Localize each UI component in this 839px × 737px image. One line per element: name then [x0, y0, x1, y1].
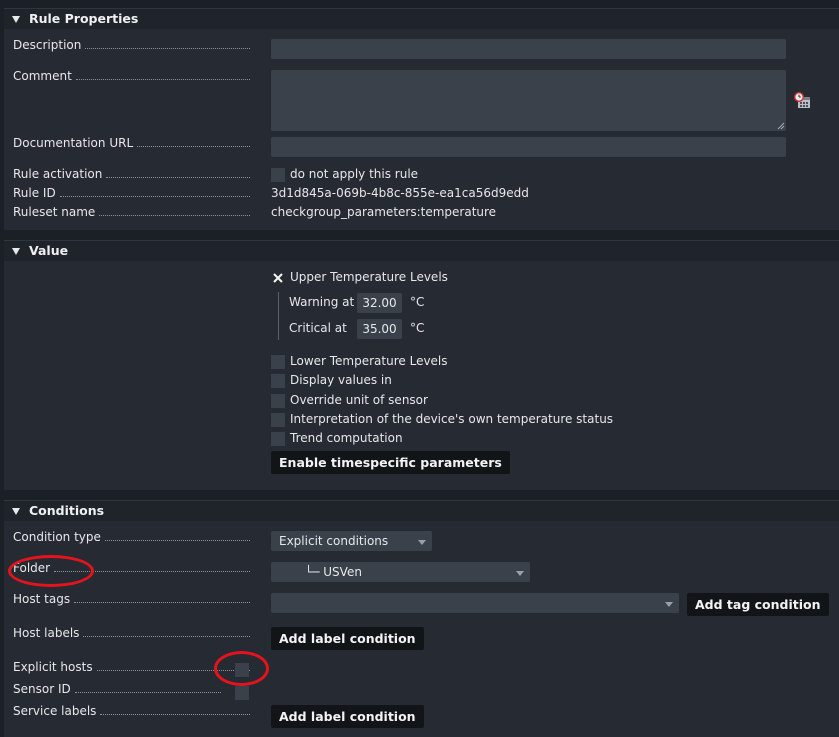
- critical-unit: °C: [410, 321, 425, 335]
- display-values-checkbox[interactable]: [271, 374, 285, 388]
- trend-computation-checkbox[interactable]: [271, 432, 285, 446]
- rule-properties-header[interactable]: Rule Properties: [4, 8, 839, 29]
- description-input[interactable]: [271, 39, 786, 59]
- condition-type-select[interactable]: Explicit conditions: [271, 531, 432, 551]
- critical-label: Critical at: [289, 321, 347, 335]
- rule-properties-title: Rule Properties: [29, 11, 139, 26]
- do-not-apply-checkbox[interactable]: [271, 168, 285, 182]
- warning-input[interactable]: 32.00: [357, 293, 402, 313]
- sensor-id-label: Sensor ID: [13, 682, 221, 696]
- calendar-clock-icon[interactable]: [794, 92, 811, 109]
- resize-handle-icon[interactable]: [777, 122, 785, 130]
- folder-select[interactable]: └─ USVen: [271, 562, 530, 582]
- collapse-triangle-icon: [12, 247, 20, 255]
- override-unit-checkbox[interactable]: [271, 394, 285, 408]
- device-status-checkbox[interactable]: [271, 413, 285, 427]
- do-not-apply-label[interactable]: do not apply this rule: [290, 167, 418, 181]
- annotation-circle-folder: [8, 555, 94, 587]
- rule-id-value: 3d1d845a-069b-4b8c-855e-ea1ca56d9edd: [271, 186, 529, 200]
- comment-label: Comment: [13, 69, 250, 83]
- annotation-circle-explicit-hosts: [214, 651, 269, 686]
- warning-label: Warning at: [289, 295, 355, 309]
- add-tag-condition-button[interactable]: Add tag condition: [687, 593, 829, 616]
- lower-levels-label[interactable]: Lower Temperature Levels: [290, 354, 448, 368]
- chevron-down-icon: [418, 540, 426, 545]
- doc-url-label: Documentation URL: [13, 136, 250, 150]
- add-host-label-condition-button[interactable]: Add label condition: [271, 627, 424, 650]
- conditions-title: Conditions: [29, 503, 105, 518]
- host-tags-label: Host tags: [13, 592, 250, 606]
- value-header[interactable]: Value: [4, 240, 839, 261]
- ruleset-name-value: checkgroup_parameters:temperature: [271, 205, 497, 219]
- value-title: Value: [29, 243, 69, 258]
- display-values-label[interactable]: Display values in: [290, 373, 392, 387]
- chevron-down-icon: [516, 571, 524, 576]
- rule-id-label: Rule ID: [13, 186, 250, 200]
- condition-type-label: Condition type: [13, 530, 250, 544]
- critical-input[interactable]: 35.00: [357, 319, 402, 339]
- ruleset-name-label: Ruleset name: [13, 205, 250, 219]
- upper-levels-indent-line: [278, 292, 279, 340]
- description-label: Description: [13, 38, 250, 52]
- device-status-label[interactable]: Interpretation of the device's own tempe…: [290, 412, 613, 426]
- chevron-down-icon: [665, 602, 673, 607]
- trend-computation-label[interactable]: Trend computation: [290, 431, 403, 445]
- sensor-id-checkbox[interactable]: [235, 686, 249, 700]
- service-labels-label: Service labels: [13, 704, 250, 718]
- checkmark-x-icon: [273, 273, 283, 283]
- collapse-triangle-icon: [12, 15, 20, 23]
- override-unit-label[interactable]: Override unit of sensor: [290, 393, 428, 407]
- warning-unit: °C: [410, 295, 425, 309]
- rule-activation-label: Rule activation: [13, 167, 250, 181]
- lower-levels-checkbox[interactable]: [271, 355, 285, 369]
- host-labels-label: Host labels: [13, 626, 250, 640]
- enable-timespecific-button[interactable]: Enable timespecific parameters: [271, 451, 510, 474]
- comment-textarea[interactable]: [271, 70, 786, 131]
- doc-url-input[interactable]: [271, 137, 786, 157]
- upper-levels-checkbox[interactable]: [271, 271, 285, 285]
- upper-levels-label[interactable]: Upper Temperature Levels: [290, 270, 448, 284]
- collapse-triangle-icon: [12, 507, 20, 515]
- host-tags-select[interactable]: [271, 593, 679, 613]
- add-service-label-condition-button[interactable]: Add label condition: [271, 705, 424, 728]
- conditions-header[interactable]: Conditions: [4, 500, 839, 521]
